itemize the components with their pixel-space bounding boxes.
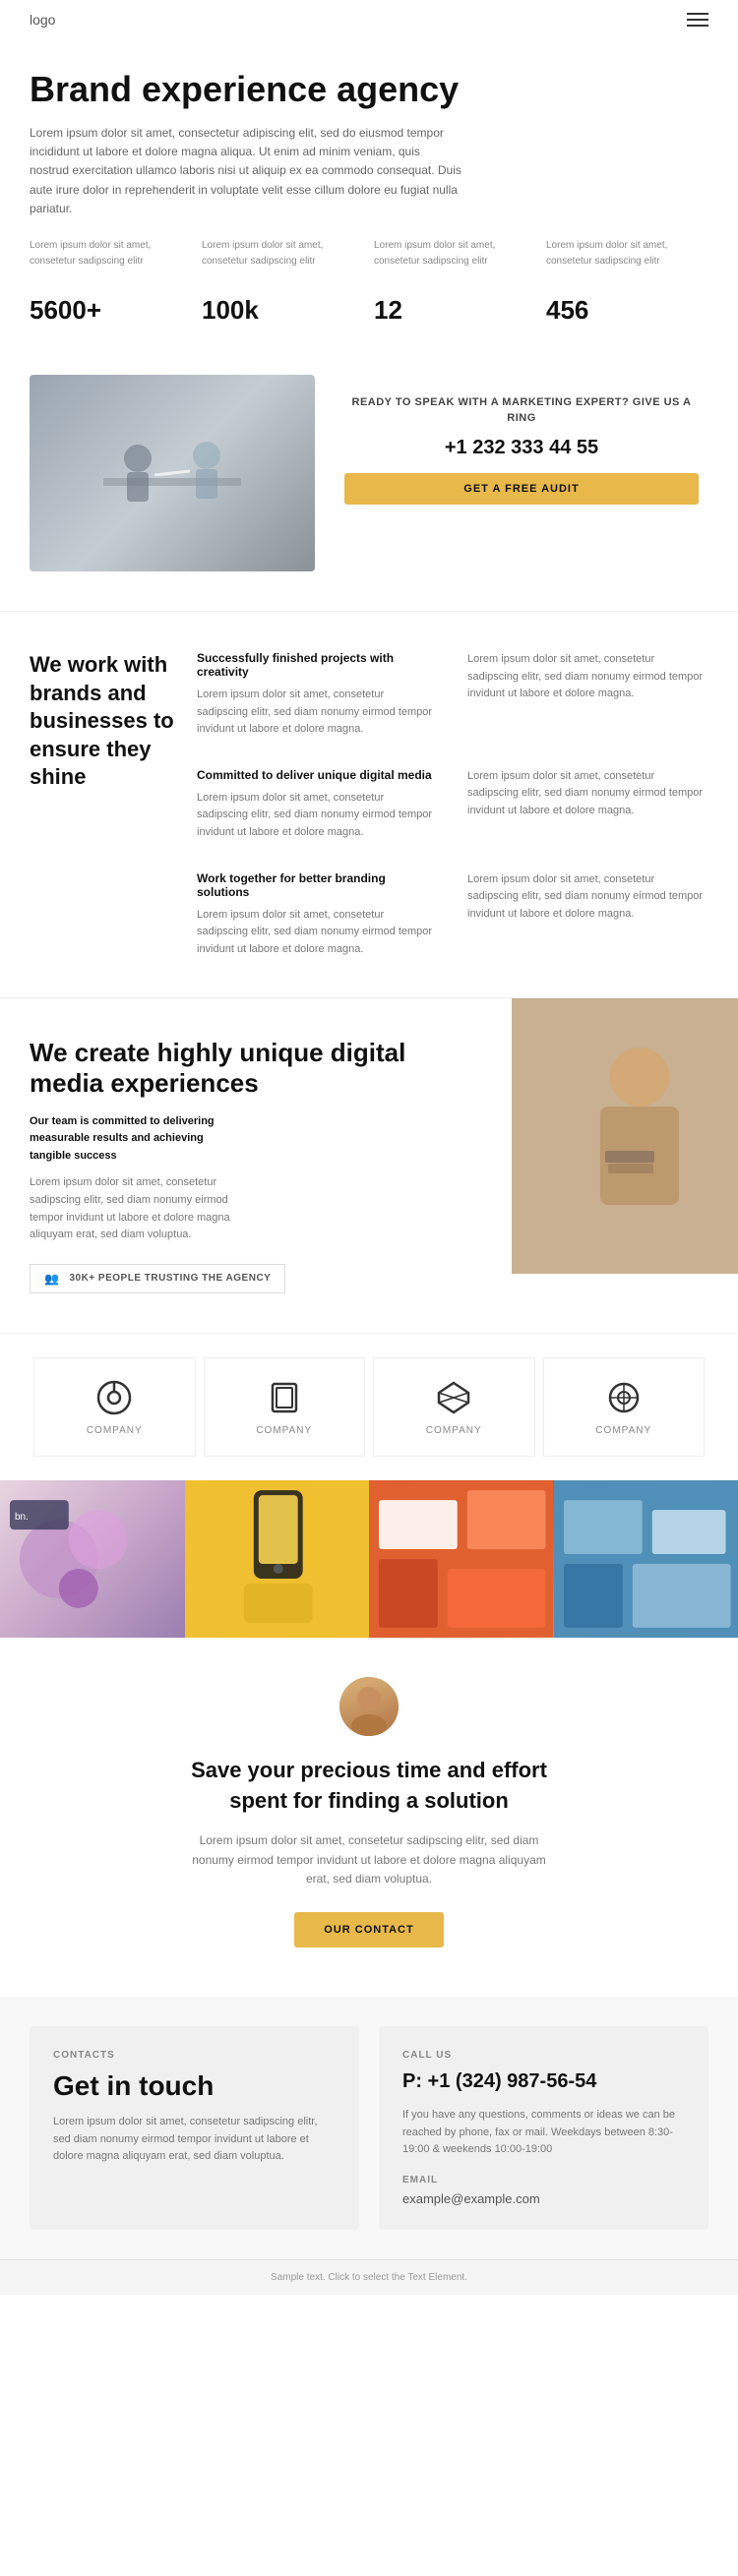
stat-1: 5600+ [30, 295, 192, 326]
get-in-touch-heading: Get in touch [53, 2070, 336, 2102]
digital-content: We create highly unique digital media ex… [0, 998, 512, 1333]
contacts-label: CONTACTS [53, 2050, 336, 2061]
contact-phone: P: +1 (324) 987-56-54 [402, 2070, 685, 2093]
logo-label-1: COMPANY [87, 1425, 143, 1436]
trusting-badge: 👥 30K+ PEOPLE TRUSTING THE AGENCY [30, 1264, 285, 1293]
testimonial-body: Lorem ipsum dolor sit amet, consetetur s… [182, 1831, 556, 1888]
avatar [339, 1677, 399, 1736]
stat-2: 100k [202, 295, 364, 326]
email-label: EMAIL [402, 2175, 685, 2186]
digital-subtitle: Our team is committed to delivering meas… [30, 1113, 246, 1166]
hero-image [30, 375, 315, 571]
digital-section: We create highly unique digital media ex… [0, 998, 738, 1333]
stat-4: 456 [546, 295, 708, 326]
feature-2-desc: Lorem ipsum dolor sit amet, consetetur s… [197, 790, 438, 842]
feature-3: Work together for better branding soluti… [197, 871, 438, 959]
portfolio-grid: bn. [0, 1480, 738, 1638]
hamburger-menu[interactable] [687, 13, 708, 27]
logo-item-1: COMPANY [33, 1357, 196, 1457]
brands-features: Successfully finished projects with crea… [197, 651, 708, 958]
digital-image-placeholder [512, 998, 738, 1274]
header: logo [0, 0, 738, 39]
feature-2: Committed to deliver unique digital medi… [197, 768, 438, 842]
brands-section: We work with brands and businesses to en… [0, 611, 738, 998]
feature-2b: Lorem ipsum dolor sit amet, consetetur s… [467, 768, 708, 842]
logo: logo [30, 12, 55, 28]
hero-description: Lorem ipsum dolor sit amet, consectetur … [30, 124, 462, 218]
brands-heading-block: We work with brands and businesses to en… [30, 651, 177, 958]
people-icon: 👥 [44, 1272, 59, 1286]
footer-text: Sample text. Click to select the Text El… [271, 2272, 467, 2283]
logo-label-4: COMPANY [595, 1425, 651, 1436]
contact-left-body: Lorem ipsum dolor sit amet, consetetur s… [53, 2114, 336, 2166]
portfolio-item-4[interactable] [554, 1480, 738, 1638]
stat-label-4: Lorem ipsum dolor sit amet, consetetur s… [546, 238, 708, 270]
hero-stat-labels: Lorem ipsum dolor sit amet, consetetur s… [30, 238, 708, 289]
cta-phone: +1 232 333 44 55 [344, 437, 699, 459]
logo-icon-3 [434, 1378, 473, 1417]
meeting-illustration [84, 414, 261, 532]
footer: Sample text. Click to select the Text El… [0, 2259, 738, 2295]
feature-1b: Lorem ipsum dolor sit amet, consetetur s… [467, 651, 708, 739]
stat-label-3: Lorem ipsum dolor sit amet, consetetur s… [374, 238, 536, 270]
cta-box: READY TO SPEAK WITH A MARKETING EXPERT? … [335, 375, 708, 524]
logo-icon-4 [604, 1378, 644, 1417]
brands-heading: We work with brands and businesses to en… [30, 651, 177, 792]
our-contact-button[interactable]: OUR CONTACT [294, 1912, 443, 1947]
features-grid: Successfully finished projects with crea… [197, 651, 708, 958]
portfolio-item-2[interactable] [185, 1480, 370, 1638]
contact-left-block: CONTACTS Get in touch Lorem ipsum dolor … [30, 2026, 359, 2230]
svg-text:bn.: bn. [15, 1512, 29, 1523]
testimonial-section: Save your precious time and effort spent… [0, 1638, 738, 1987]
cta-ready-text: READY TO SPEAK WITH A MARKETING EXPERT? … [344, 394, 699, 427]
avatar-image [339, 1677, 399, 1736]
free-audit-button[interactable]: GET A FREE AUDIT [344, 473, 699, 505]
logo-label-3: COMPANY [426, 1425, 482, 1436]
feature-1b-desc: Lorem ipsum dolor sit amet, consetetur s… [467, 651, 708, 703]
portfolio-item-1[interactable]: bn. [0, 1480, 185, 1638]
feature-3-title: Work together for better branding soluti… [197, 871, 438, 899]
stat-label-1: Lorem ipsum dolor sit amet, consetetur s… [30, 238, 192, 270]
call-us-label: CALL US [402, 2050, 685, 2061]
testimonial-heading: Save your precious time and effort spent… [182, 1756, 556, 1817]
hero-section: Brand experience agency Lorem ipsum dolo… [0, 39, 738, 375]
contact-right-body: If you have any questions, comments or i… [402, 2107, 685, 2159]
contact-section: CONTACTS Get in touch Lorem ipsum dolor … [0, 1997, 738, 2259]
digital-heading: We create highly unique digital media ex… [30, 1038, 482, 1099]
digital-illustration [512, 998, 738, 1274]
feature-2b-desc: Lorem ipsum dolor sit amet, consetetur s… [467, 768, 708, 820]
stat-3: 12 [374, 295, 536, 326]
feature-1-desc: Lorem ipsum dolor sit amet, consetetur s… [197, 687, 438, 739]
feature-3b-desc: Lorem ipsum dolor sit amet, consetetur s… [467, 871, 708, 924]
logo-label-2: COMPANY [256, 1425, 312, 1436]
hero-image-placeholder [30, 375, 315, 571]
logo-item-3: COMPANY [373, 1357, 535, 1457]
digital-body: Lorem ipsum dolor sit amet, consetetur s… [30, 1174, 246, 1243]
logo-icon-1 [94, 1378, 134, 1417]
trusting-text: 30K+ PEOPLE TRUSTING THE AGENCY [69, 1273, 271, 1284]
feature-3b: Lorem ipsum dolor sit amet, consetetur s… [467, 871, 708, 959]
digital-image [512, 998, 738, 1333]
logos-section: COMPANY COMPANY COMPANY COMPANY [0, 1333, 738, 1480]
portfolio-item-3[interactable] [369, 1480, 554, 1638]
feature-2-title: Committed to deliver unique digital medi… [197, 768, 438, 782]
stat-label-2: Lorem ipsum dolor sit amet, consetetur s… [202, 238, 364, 270]
feature-3-desc: Lorem ipsum dolor sit amet, consetetur s… [197, 907, 438, 959]
contact-right-block: CALL US P: +1 (324) 987-56-54 If you hav… [379, 2026, 708, 2230]
email-value: example@example.com [402, 2191, 685, 2206]
feature-1-title: Successfully finished projects with crea… [197, 651, 438, 679]
image-cta-section: READY TO SPEAK WITH A MARKETING EXPERT? … [0, 375, 738, 611]
logo-item-2: COMPANY [204, 1357, 366, 1457]
feature-1: Successfully finished projects with crea… [197, 651, 438, 739]
logo-item-4: COMPANY [543, 1357, 706, 1457]
logo-icon-2 [265, 1378, 304, 1417]
hero-title: Brand experience agency [30, 69, 502, 110]
hero-stats: 5600+ 100k 12 456 [30, 295, 708, 326]
